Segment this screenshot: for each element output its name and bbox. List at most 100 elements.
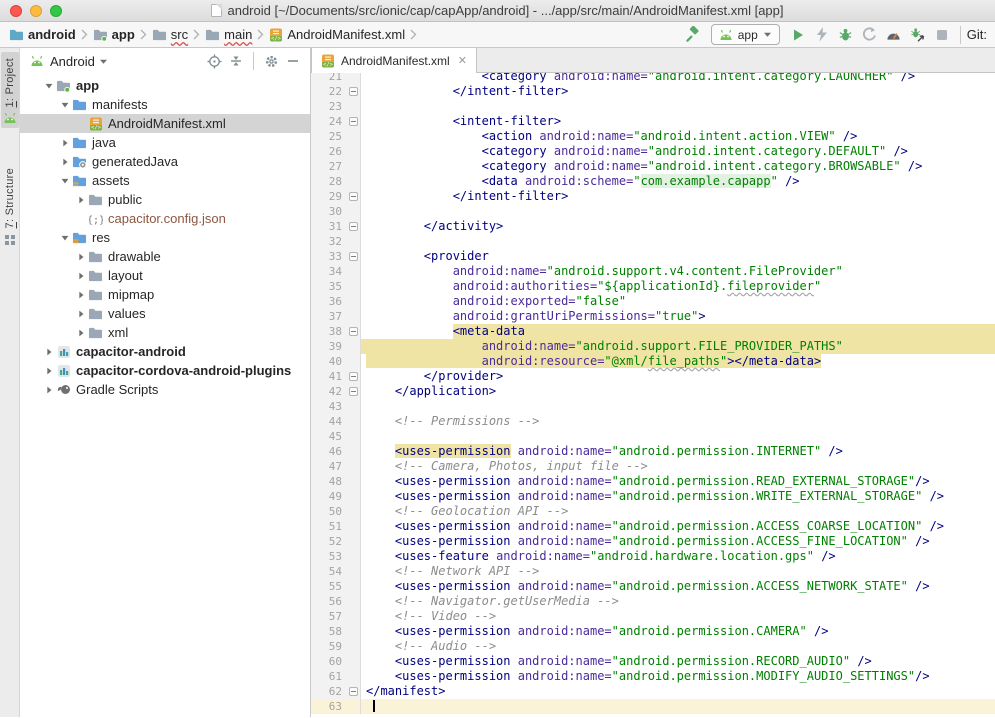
code-line-29[interactable]: 29 </intent-filter> — [311, 189, 995, 204]
editor-tab-androidmanifest[interactable]: </> AndroidManifest.xml ✕ — [311, 48, 477, 73]
arrow-right-icon[interactable] — [44, 366, 54, 376]
code-editor[interactable]: 21 <category android:name="android.inten… — [311, 73, 995, 717]
arrow-right-icon[interactable] — [76, 252, 86, 262]
tree-item-assets[interactable]: assets — [20, 171, 310, 190]
code-line-63[interactable]: 63 — [311, 699, 995, 714]
code-line-59[interactable]: 59 <!-- Audio --> — [311, 639, 995, 654]
tree-item-drawable[interactable]: drawable — [20, 247, 310, 266]
code-line-26[interactable]: 26 <category android:name="android.inten… — [311, 144, 995, 159]
code-line-23[interactable]: 23 — [311, 99, 995, 114]
structure-tool-window-tab[interactable]: 7: Structure — [2, 162, 18, 249]
code-line-24[interactable]: 24 <intent-filter> — [311, 114, 995, 129]
code-line-22[interactable]: 22 </intent-filter> — [311, 84, 995, 99]
fold-marker-icon[interactable] — [349, 252, 358, 261]
code-line-21[interactable]: 21 <category android:name="android.inten… — [311, 73, 995, 84]
arrow-right-icon[interactable] — [76, 328, 86, 338]
code-line-52[interactable]: 52 <uses-permission android:name="androi… — [311, 534, 995, 549]
hide-panel-button[interactable] — [282, 51, 304, 71]
code-line-61[interactable]: 61 <uses-permission android:name="androi… — [311, 669, 995, 684]
code-line-35[interactable]: 35 android:authorities="${applicationId}… — [311, 279, 995, 294]
code-line-38[interactable]: 38 <meta-data — [311, 324, 995, 339]
tree-item-gradle-scripts[interactable]: Gradle Scripts — [20, 380, 310, 399]
arrow-right-icon[interactable] — [60, 157, 70, 167]
tree-item-androidmanifest-xml[interactable]: </>AndroidManifest.xml — [20, 114, 310, 133]
run-config-select[interactable]: app — [711, 24, 780, 45]
fold-marker-icon[interactable] — [349, 387, 358, 396]
code-line-46[interactable]: 46 <uses-permission android:name="androi… — [311, 444, 995, 459]
fold-marker-icon[interactable] — [349, 687, 358, 696]
fold-marker-icon[interactable] — [349, 222, 358, 231]
breadcrumb-item-androidmanifest-xml[interactable]: </>AndroidManifest.xml — [266, 26, 408, 43]
code-line-49[interactable]: 49 <uses-permission android:name="androi… — [311, 489, 995, 504]
arrow-down-icon[interactable] — [60, 100, 70, 110]
code-line-56[interactable]: 56 <!-- Navigator.getUserMedia --> — [311, 594, 995, 609]
breadcrumb-item-android[interactable]: android — [6, 26, 79, 43]
profiler-button[interactable] — [882, 24, 906, 46]
code-line-31[interactable]: 31 </activity> — [311, 219, 995, 234]
fold-marker-icon[interactable] — [349, 117, 358, 126]
code-line-50[interactable]: 50 <!-- Geolocation API --> — [311, 504, 995, 519]
code-line-51[interactable]: 51 <uses-permission android:name="androi… — [311, 519, 995, 534]
fold-marker-icon[interactable] — [349, 87, 358, 96]
tree-item-res[interactable]: res — [20, 228, 310, 247]
stop-button[interactable] — [930, 24, 954, 46]
collapse-all-button[interactable] — [225, 51, 247, 71]
code-line-53[interactable]: 53 <uses-feature android:name="android.h… — [311, 549, 995, 564]
code-line-47[interactable]: 47 <!-- Camera, Photos, input file --> — [311, 459, 995, 474]
apply-changes-button[interactable] — [810, 24, 834, 46]
tree-item-capacitor-config-json[interactable]: {;}capacitor.config.json — [20, 209, 310, 228]
apply-code-changes-button[interactable] — [858, 24, 882, 46]
tree-item-mipmap[interactable]: mipmap — [20, 285, 310, 304]
tree-item-layout[interactable]: layout — [20, 266, 310, 285]
chevron-down-icon[interactable] — [99, 58, 108, 65]
code-line-28[interactable]: 28 <data android:scheme="com.example.cap… — [311, 174, 995, 189]
code-line-34[interactable]: 34 android:name="android.support.v4.cont… — [311, 264, 995, 279]
breadcrumb-item-src[interactable]: src — [149, 26, 191, 43]
arrow-right-icon[interactable] — [76, 290, 86, 300]
code-line-36[interactable]: 36 android:exported="false" — [311, 294, 995, 309]
fold-marker-icon[interactable] — [349, 327, 358, 336]
arrow-right-icon[interactable] — [76, 271, 86, 281]
code-line-62[interactable]: 62</manifest> — [311, 684, 995, 699]
arrow-right-icon[interactable] — [76, 195, 86, 205]
code-line-48[interactable]: 48 <uses-permission android:name="androi… — [311, 474, 995, 489]
tree-item-values[interactable]: values — [20, 304, 310, 323]
tree-item-public[interactable]: public — [20, 190, 310, 209]
project-tool-window-tab[interactable]: 1: Project — [1, 52, 19, 128]
breadcrumb-item-app[interactable]: app — [90, 26, 138, 43]
code-line-32[interactable]: 32 — [311, 234, 995, 249]
arrow-right-icon[interactable] — [44, 385, 54, 395]
close-tab-icon[interactable]: ✕ — [458, 54, 467, 67]
project-view-selector[interactable]: Android — [50, 54, 95, 69]
code-line-42[interactable]: 42 </application> — [311, 384, 995, 399]
code-line-58[interactable]: 58 <uses-permission android:name="androi… — [311, 624, 995, 639]
fold-marker-icon[interactable] — [349, 192, 358, 201]
code-line-55[interactable]: 55 <uses-permission android:name="androi… — [311, 579, 995, 594]
code-line-33[interactable]: 33 <provider — [311, 249, 995, 264]
arrow-down-icon[interactable] — [44, 81, 54, 91]
tree-item-generatedjava[interactable]: generatedJava — [20, 152, 310, 171]
fold-marker-icon[interactable] — [349, 372, 358, 381]
locate-button[interactable] — [203, 51, 225, 71]
tree-item-app[interactable]: app — [20, 76, 310, 95]
arrow-down-icon[interactable] — [60, 176, 70, 186]
code-line-25[interactable]: 25 <action android:name="android.intent.… — [311, 129, 995, 144]
code-line-45[interactable]: 45 — [311, 429, 995, 444]
code-line-40[interactable]: 40 android:resource="@xml/file_paths"></… — [311, 354, 995, 369]
tree-item-xml[interactable]: xml — [20, 323, 310, 342]
tree-item-capacitor-android[interactable]: capacitor-android — [20, 342, 310, 361]
tree-item-java[interactable]: java — [20, 133, 310, 152]
code-line-37[interactable]: 37 android:grantUriPermissions="true"> — [311, 309, 995, 324]
code-line-54[interactable]: 54 <!-- Network API --> — [311, 564, 995, 579]
attach-profiler-button[interactable] — [906, 24, 930, 46]
run-button[interactable] — [786, 24, 810, 46]
arrow-right-icon[interactable] — [76, 309, 86, 319]
code-line-41[interactable]: 41 </provider> — [311, 369, 995, 384]
build-button[interactable] — [681, 24, 705, 46]
code-line-30[interactable]: 30 — [311, 204, 995, 219]
code-line-39[interactable]: 39 android:name="android.support.FILE_PR… — [311, 339, 995, 354]
breadcrumb-item-main[interactable]: main — [202, 26, 255, 43]
tree-item-capacitor-cordova-android-plugins[interactable]: capacitor-cordova-android-plugins — [20, 361, 310, 380]
arrow-right-icon[interactable] — [44, 347, 54, 357]
code-line-60[interactable]: 60 <uses-permission android:name="androi… — [311, 654, 995, 669]
